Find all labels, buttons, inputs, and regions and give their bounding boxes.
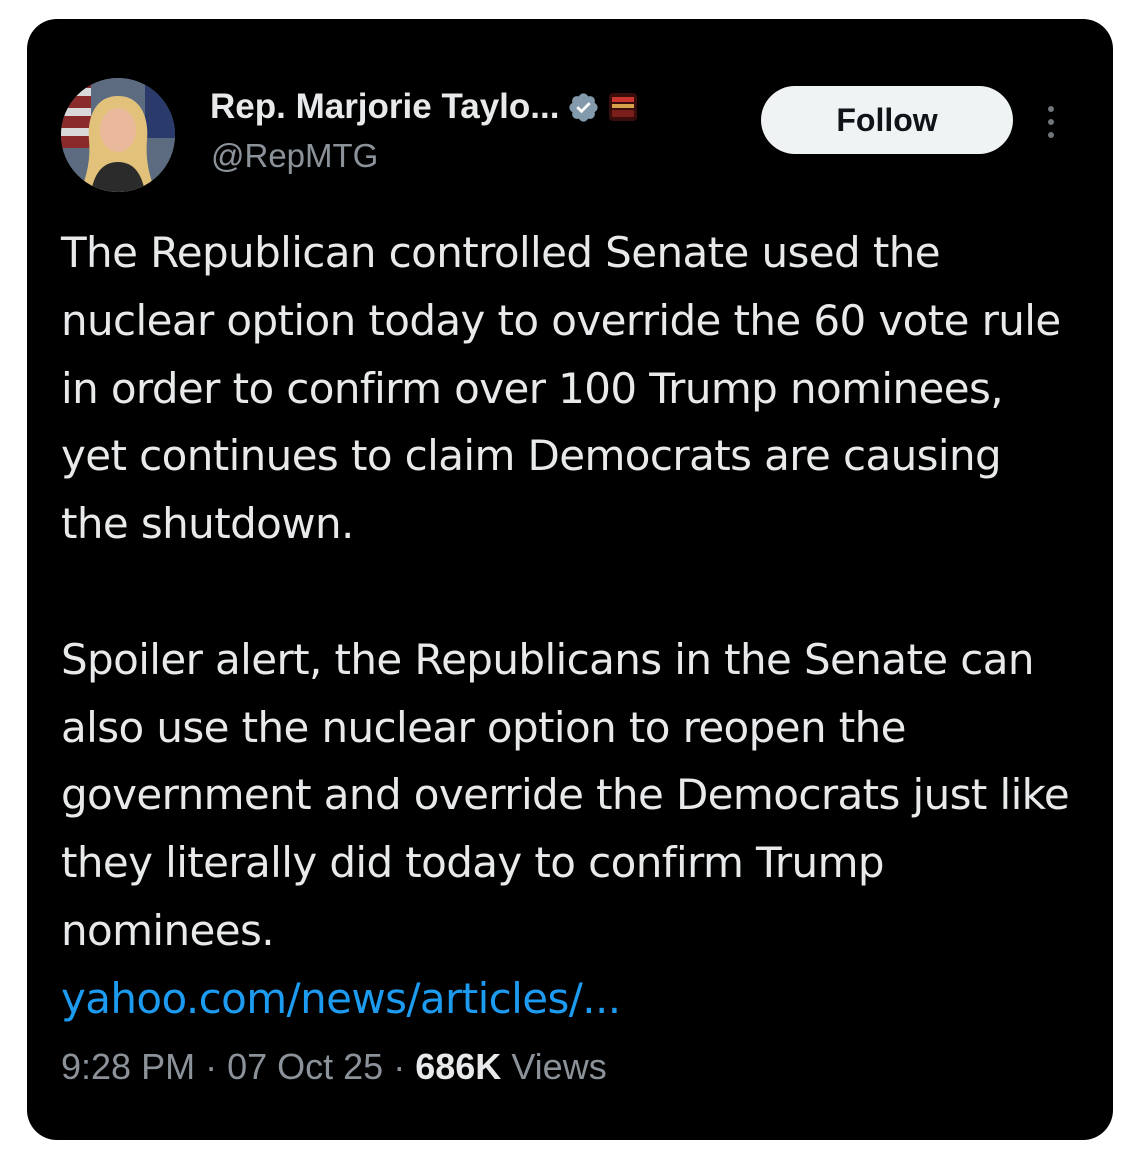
more-options-icon[interactable] [1041, 102, 1061, 142]
views-label: Views [511, 1046, 607, 1087]
avatar[interactable] [61, 78, 175, 192]
follow-button[interactable]: Follow [761, 86, 1013, 154]
tweet-paragraph-text: Spoiler alert, the Republicans in the Se… [61, 634, 1070, 955]
author-name-row: Rep. Marjorie Taylo... [210, 82, 638, 132]
tweet-paragraph: The Republican controlled Senate used th… [61, 228, 1061, 549]
affiliate-badge-icon[interactable] [608, 92, 638, 122]
tweet-meta: 9:28 PM · 07 Oct 25 · 686K Views [61, 1046, 607, 1088]
author-display-name[interactable]: Rep. Marjorie Taylo... [210, 87, 559, 127]
author-handle[interactable]: @RepMTG [211, 137, 378, 175]
meta-separator: · [393, 1046, 406, 1087]
tweet-text: The Republican controlled Senate used th… [61, 219, 1071, 1033]
tweet-date[interactable]: 07 Oct 25 [227, 1046, 383, 1087]
article-link[interactable]: yahoo.com/news/articles/... [61, 965, 1071, 1033]
tweet-paragraph: Spoiler alert, the Republicans in the Se… [61, 626, 1071, 1033]
meta-separator: · [205, 1046, 218, 1087]
tweet-card: Rep. Marjorie Taylo... @RepMTG Follow Th… [27, 19, 1113, 1140]
views-count: 686K [415, 1046, 502, 1087]
avatar-image [61, 78, 175, 192]
verified-badge-icon [567, 91, 600, 124]
tweet-time[interactable]: 9:28 PM [61, 1046, 195, 1087]
